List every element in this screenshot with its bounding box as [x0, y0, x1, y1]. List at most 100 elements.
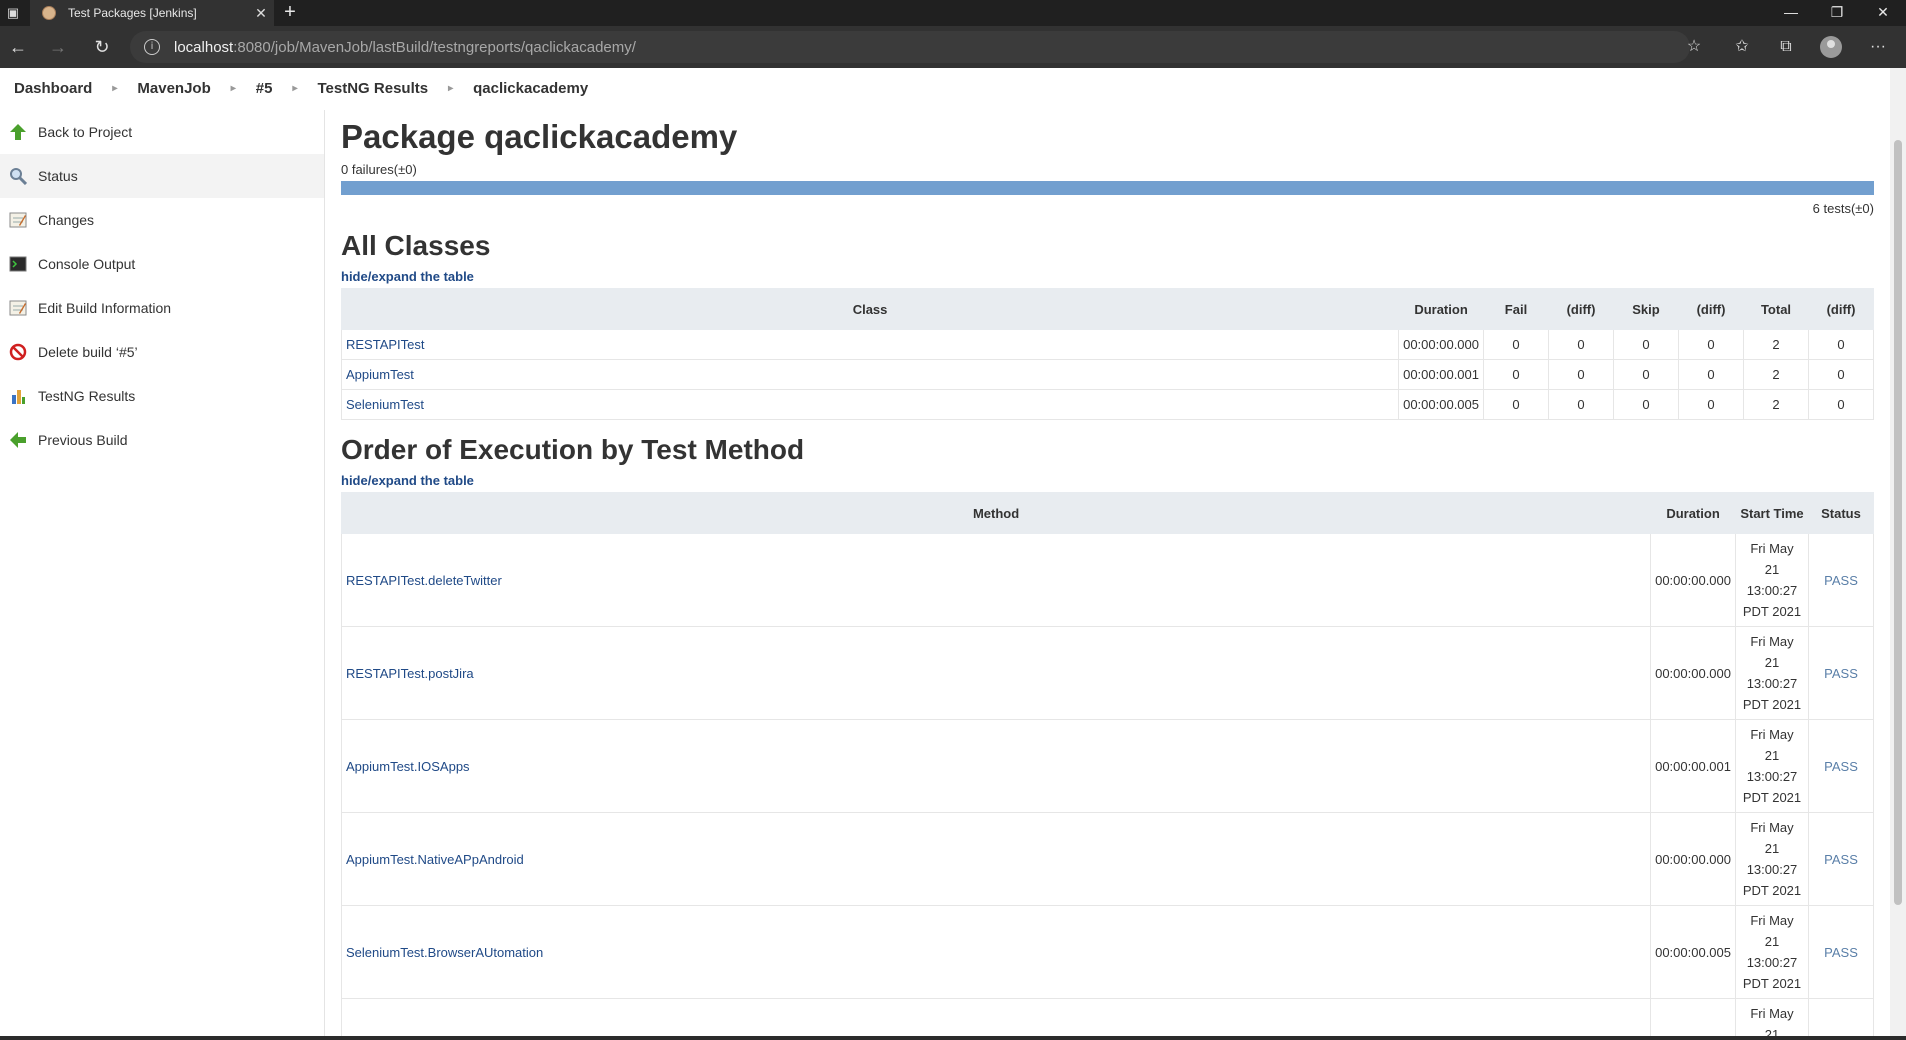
method-link[interactable]: AppiumTest.IOSApps: [341, 719, 1652, 813]
sidebar-item-changes[interactable]: Changes: [0, 198, 324, 242]
start-time-line: PDT 2021: [1742, 790, 1802, 805]
method-link[interactable]: SeleniumTest.BrowserAUtomation: [341, 905, 1652, 999]
jenkins-favicon-icon: [42, 6, 56, 20]
breadcrumb-package[interactable]: qaclickacademy: [459, 80, 602, 97]
start-time-line: PDT 2021: [1742, 976, 1802, 991]
start-time-cell: Fri May 21 13:00:27 PDT 2021: [1735, 719, 1809, 813]
sidebar-item-console-output[interactable]: Console Output: [0, 242, 324, 286]
start-time-line: Fri May: [1750, 727, 1794, 742]
sidebar-item-label: Previous Build: [38, 432, 128, 448]
classes-toggle-link[interactable]: hide/expand the table: [341, 269, 474, 284]
sidebar-item-delete-build[interactable]: Delete build ‘#5’: [0, 330, 324, 374]
more-icon[interactable]: ···: [1858, 26, 1898, 68]
browser-tab[interactable]: Test Packages [Jenkins] ✕: [30, 0, 274, 26]
back-icon[interactable]: ←: [0, 26, 36, 68]
favorites-icon[interactable]: ✩: [1722, 26, 1762, 68]
page-title: Package qaclickacademy: [341, 118, 738, 155]
start-time-line: 21: [1764, 655, 1780, 670]
class-link[interactable]: RESTAPITest: [341, 329, 1400, 360]
sidebar-item-previous-build[interactable]: Previous Build: [0, 418, 324, 462]
scrollbar-thumb[interactable]: [1894, 140, 1902, 905]
start-time-line: 13:00:27: [1746, 862, 1798, 877]
start-time-line: Fri May: [1750, 1006, 1794, 1021]
column-header: Duration: [1398, 288, 1484, 330]
table-row: SeleniumTest 00:00:00.005 0 0 0 0 2 0: [341, 389, 1874, 420]
sidebar-item-status[interactable]: Status: [0, 154, 324, 198]
pass-progress-bar: [341, 181, 1874, 195]
add-favorite-icon[interactable]: ☆: [1674, 26, 1714, 68]
no-entry-icon: [8, 342, 28, 362]
method-link[interactable]: AppiumTest.NativeAPpAndroid: [341, 812, 1652, 906]
sidebar-item-back-to-project[interactable]: Back to Project: [0, 110, 324, 154]
restore-icon[interactable]: ❐: [1814, 0, 1860, 26]
terminal-icon: [8, 254, 28, 274]
start-time-line: PDT 2021: [1742, 883, 1802, 898]
column-header: (diff): [1678, 288, 1744, 330]
notepad-icon: [8, 298, 28, 318]
info-icon[interactable]: i: [144, 39, 160, 55]
column-header: Method: [341, 492, 1652, 534]
table-row: AppiumTest 00:00:00.001 0 0 0 0 2 0: [341, 359, 1874, 390]
status-link[interactable]: PASS: [1808, 998, 1874, 1040]
class-link[interactable]: SeleniumTest: [341, 389, 1400, 420]
column-header: Start Time: [1735, 492, 1809, 534]
status-link[interactable]: PASS: [1808, 626, 1874, 720]
table-row: SeleniumTest.BrowserAUtomation 00:00:00.0…: [341, 905, 1874, 999]
table-cell: 0: [1483, 329, 1549, 360]
forward-icon[interactable]: →: [40, 26, 76, 68]
duration-cell: 00:00:00.000: [1650, 533, 1736, 627]
column-header: Skip: [1613, 288, 1679, 330]
table-cell: 0: [1483, 359, 1549, 390]
new-tab-icon[interactable]: +: [280, 0, 300, 26]
sidebar-item-label: Console Output: [38, 256, 136, 272]
class-link[interactable]: AppiumTest: [341, 359, 1400, 390]
table-cell: 0: [1548, 329, 1614, 360]
breadcrumb-mavenjob[interactable]: MavenJob: [123, 80, 224, 97]
method-link[interactable]: RESTAPITest.deleteTwitter: [341, 533, 1652, 627]
start-time-line: 21: [1764, 841, 1780, 856]
start-time-line: Fri May: [1750, 913, 1794, 928]
breadcrumb: Dashboard ▸ MavenJob ▸ #5 ▸ TestNG Resul…: [0, 68, 1890, 108]
start-time-line: PDT 2021: [1742, 697, 1802, 712]
status-link[interactable]: PASS: [1808, 905, 1874, 999]
sidebar-item-testng-results[interactable]: TestNG Results: [0, 374, 324, 418]
up-arrow-icon: [8, 122, 28, 142]
table-row: AppiumTest.IOSApps 00:00:00.001 Fri May 21 1…: [341, 719, 1874, 813]
table-cell: 2: [1743, 359, 1809, 390]
status-link[interactable]: PASS: [1808, 812, 1874, 906]
table-cell: 0: [1613, 389, 1679, 420]
table-cell: 0: [1548, 359, 1614, 390]
methods-toggle-link[interactable]: hide/expand the table: [341, 473, 474, 488]
start-time-cell: Fri May 21 13:00:27 PDT 2021: [1735, 812, 1809, 906]
breadcrumb-dashboard[interactable]: Dashboard: [0, 80, 106, 97]
window-close-icon[interactable]: ✕: [1860, 0, 1906, 26]
refresh-icon[interactable]: ↻: [84, 26, 120, 68]
breadcrumb-build[interactable]: #5: [242, 80, 287, 97]
table-row: RESTAPITest.postJira 00:00:00.000 Fri May 2…: [341, 626, 1874, 720]
start-time-cell: Fri May 21 13:00:27 PDT 2021: [1735, 905, 1809, 999]
collections-icon[interactable]: ⧉: [1766, 26, 1806, 68]
column-header: Class: [341, 288, 1400, 330]
tab-title: Test Packages [Jenkins]: [68, 6, 197, 20]
address-bar[interactable]: i localhost:8080/job/MavenJob/lastBuild/…: [130, 31, 1690, 63]
duration-cell: 00:00:00.000: [1650, 998, 1736, 1040]
status-link[interactable]: PASS: [1808, 719, 1874, 813]
start-time-cell: Fri May 21 13:00:27 PDT 2021: [1735, 626, 1809, 720]
table-cell: 2: [1743, 389, 1809, 420]
breadcrumb-testng-results[interactable]: TestNG Results: [304, 80, 443, 97]
profile-avatar[interactable]: [1820, 36, 1842, 58]
table-row: AppiumTest.NativeAPpAndroid 00:00:00.000 F…: [341, 812, 1874, 906]
sidebar-item-label: TestNG Results: [38, 388, 136, 404]
table-header-row: Method Duration Start Time Status: [341, 492, 1874, 534]
sidebar-item-edit-build-information[interactable]: Edit Build Information: [0, 286, 324, 330]
minimize-icon[interactable]: —: [1768, 0, 1814, 26]
tab-actions-icon[interactable]: ▣: [0, 0, 26, 26]
status-link[interactable]: PASS: [1808, 533, 1874, 627]
main-content: Package qaclickacademy 0 failures(±0) 6 …: [341, 110, 1874, 1040]
chevron-right-icon: ▸: [112, 82, 118, 94]
method-link[interactable]: RESTAPITest.postJira: [341, 626, 1652, 720]
chevron-right-icon: ▸: [230, 82, 236, 94]
method-link[interactable]: SeleniumTest.elementsUi: [341, 998, 1652, 1040]
table-cell: 00:00:00.001: [1398, 359, 1484, 390]
close-icon[interactable]: ✕: [248, 5, 274, 22]
